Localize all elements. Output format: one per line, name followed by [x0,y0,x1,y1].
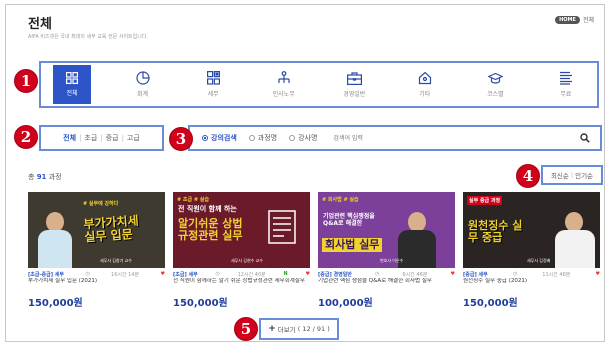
category-all[interactable]: 전체 [53,65,91,104]
annotation-badge-1: 1 [14,69,38,93]
page-subtitle: AIFA 비즈넷은 국내 최대의 세무 교육 전문 사이트입니다. [28,34,149,40]
course-list: # 실무에 강하다 부가가치세 실무 입문 세무사 김창기 교수 [초급-중급]… [28,192,600,309]
heart-icon[interactable]: ♥ [160,271,164,277]
category-label: 인사노무 [272,91,295,98]
breadcrumb: HOME 전체 [555,15,594,24]
thumbnail-title: 회사법 실무 [322,238,383,253]
annotation-badge-4: 4 [516,164,540,188]
radio-icon [202,135,208,141]
thumbnail-title: 부가가치세 실무 입문 [83,213,140,245]
graduation-cap-icon [487,72,503,84]
radio-icon [248,135,255,141]
course-price: 150,000원 [173,298,228,309]
load-more-button[interactable]: + 더보기 ( 12 / 91 ) [259,318,339,340]
clock-icon: ◷ [215,271,220,277]
course-card[interactable]: 실무 중급 과정 원천징수 실무 중급 세무사 김정배 [중급] 세무 ◷ 11… [463,192,600,309]
radio-icon [289,135,296,141]
page-frame: 전체 AIFA 비즈넷은 국내 최대의 세무 교육 전문 사이트입니다. HOM… [5,4,605,342]
clock-icon: ◷ [85,271,90,277]
course-card[interactable]: # 초급 # 실습 전 직원이 함께 하는 알기쉬운 상법규정관련 실무 세무사… [173,192,310,309]
grid-icon [66,72,78,84]
category-management[interactable]: 경영일반 [335,65,373,104]
search-input[interactable] [333,130,574,146]
search-bar: 강의검색 과정명 강사명 [188,125,602,151]
category-label: 회계 [137,91,149,98]
category-label: 세무 [207,91,219,98]
level-intermediate[interactable]: 중급 [106,133,119,143]
category-label: 경영일반 [343,90,366,98]
search-type-course[interactable]: 과정명 [248,133,277,143]
search-icon[interactable] [580,133,590,143]
category-label: 전체 [66,90,78,97]
sort-popular[interactable]: 인기순 [575,170,593,180]
new-icon: N [283,271,288,277]
plus-icon: + [268,324,276,334]
heart-icon[interactable]: ♥ [305,271,309,277]
course-thumbnail[interactable]: 실무 중급 과정 원천징수 실무 중급 세무사 김정배 [463,192,600,268]
course-price: 150,000원 [463,298,518,309]
course-price: 100,000원 [318,298,373,309]
heart-icon[interactable]: ♥ [596,271,600,277]
course-count: 총 91 과정 [28,173,62,181]
course-title[interactable]: 원천징수 실무 중급 (2021) [463,278,600,293]
book-stack-icon [559,71,572,85]
category-bar: 전체 회계 세무 인사노무 경영일반 기타 코스별 무료 [39,61,599,108]
org-chart-icon [278,71,290,83]
course-title[interactable]: 기업관련 핵심 쟁점을 Q&A로 해결한 회사법 실무 [318,278,455,293]
annotation-badge-3: 3 [169,127,193,151]
course-thumbnail[interactable]: # 실무에 강하다 부가가치세 실무 입문 세무사 김창기 교수 [28,192,165,268]
clock-icon: ◷ [375,271,380,277]
home-link[interactable]: HOME [555,15,580,24]
category-label: 무료 [560,91,572,98]
category-tax[interactable]: 세무 [194,65,232,104]
category-label: 코스별 [487,90,504,98]
category-free[interactable]: 무료 [547,65,585,104]
sort-options: 최신순 | 인기순 [541,165,603,185]
level-beginner[interactable]: 초급 [84,133,97,143]
clock-icon: ◷ [512,271,518,277]
course-card[interactable]: # 실무에 강하다 부가가치세 실무 입문 세무사 김창기 교수 [초급-중급]… [28,192,165,309]
level-advanced[interactable]: 고급 [127,133,140,143]
course-card[interactable]: # 회사법 # 실습 기업관련 핵심쟁점을 Q&A로 해결한 회사법 실무 변호… [318,192,455,309]
category-label: 기타 [419,91,431,98]
breadcrumb-current: 전체 [582,17,594,24]
level-all[interactable]: 전체 [63,133,76,143]
thumbnail-title: 원천징수 실무 중급 [468,219,523,245]
course-title[interactable]: 전 직원이 함께하는 알기 쉬운 상법규정관련 세무회계실무 [173,278,310,293]
instructor-photo [555,210,595,268]
annotation-badge-2: 2 [14,125,38,149]
search-type-instructor[interactable]: 강사명 [289,133,317,143]
category-etc[interactable]: 기타 [406,65,444,104]
course-title[interactable]: 부가가치세 실무 입문 (2021) [28,278,165,293]
document-icon [268,210,296,244]
category-accounting[interactable]: 회계 [124,65,162,104]
category-hr[interactable]: 인사노무 [265,65,303,104]
thumbnail-title: 알기쉬운 상법규정관련 실무 [178,217,243,243]
sort-latest[interactable]: 최신순 [551,170,569,180]
annotation-badge-5: 5 [234,317,258,341]
course-count-value: 91 [36,173,47,181]
course-thumbnail[interactable]: # 회사법 # 실습 기업관련 핵심쟁점을 Q&A로 해결한 회사법 실무 변호… [318,192,455,268]
heart-icon[interactable]: ♥ [451,271,455,277]
house-icon [418,71,431,85]
briefcase-icon [346,71,362,85]
course-price: 150,000원 [28,298,83,309]
category-course[interactable]: 코스별 [476,65,514,104]
course-thumbnail[interactable]: # 초급 # 실습 전 직원이 함께 하는 알기쉬운 상법규정관련 실무 세무사… [173,192,310,268]
page-title: 전체 [28,17,52,32]
instructor-photo [38,210,72,268]
search-type-lecture[interactable]: 강의검색 [202,133,237,143]
level-filter: 전체 | 초급 | 중급 | 고급 [39,125,164,151]
pie-chart-icon [135,71,150,85]
calculator-icon [206,71,220,85]
